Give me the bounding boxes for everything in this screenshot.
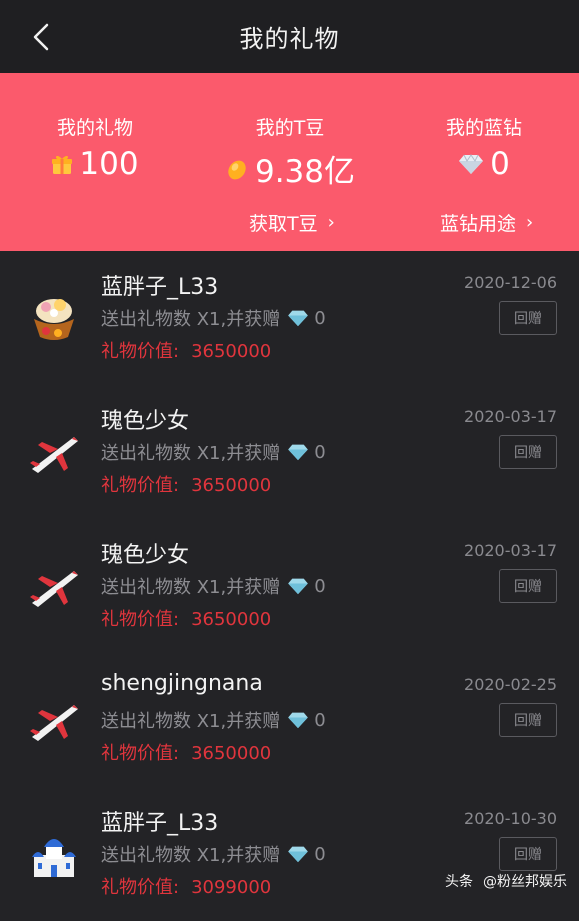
gift-date: 2020-03-17 [464, 541, 557, 560]
gift-count-stat: 我的礼物 100 [0, 113, 190, 182]
sender-name: 蓝胖子_L33 [101, 811, 219, 836]
tbean-stat: 我的T豆 9.38亿 [195, 113, 385, 191]
reply-gift-button[interactable]: 回赠 [499, 703, 557, 737]
airplane-icon [22, 555, 86, 619]
gift-price: 礼物价值: 3650000 [101, 743, 272, 764]
gift-price: 礼物价值: 3099000 [101, 877, 272, 898]
gift-record-list: 蓝胖子_L33 送出礼物数 X1,并获赠 0 礼物价值: 3650000 2020… [0, 251, 579, 921]
diamond-icon [286, 845, 310, 863]
source-watermark: 头条 @粉丝邦娱乐 [445, 871, 567, 891]
gift-description: 送出礼物数 X1,并获赠 0 [101, 307, 326, 331]
gift-record-row[interactable]: 蓝胖子_L33 送出礼物数 X1,并获赠 0 礼物价值: 3650000 2020… [0, 251, 579, 385]
gift-price: 礼物价值: 3650000 [101, 609, 272, 630]
sender-name: 瑰色少女 [101, 409, 190, 434]
gift-record-row[interactable]: 蓝胖子_L33 送出礼物数 X1,并获赠 0 礼物价值: 3099000 2020… [0, 787, 579, 921]
diamond-value: 0 [490, 146, 510, 182]
reply-gift-button[interactable]: 回赠 [499, 837, 557, 871]
gift-date: 2020-12-06 [464, 273, 557, 292]
diamond-stat: 我的蓝钻 0 [389, 113, 579, 182]
sender-name: 瑰色少女 [101, 543, 190, 568]
sender-name: 蓝胖子_L33 [101, 275, 219, 300]
gift-description: 送出礼物数 X1,并获赠 0 [101, 843, 326, 867]
get-tbean-link[interactable]: 获取T豆 › [249, 209, 335, 236]
chevron-left-icon [33, 23, 49, 51]
watermark-source: 头条 [445, 874, 473, 890]
tbean-label: 我的T豆 [255, 117, 325, 139]
treasure-basket-icon [22, 287, 86, 351]
tbean-value: 9.38亿 [254, 154, 356, 190]
reply-gift-button[interactable]: 回赠 [499, 301, 557, 335]
reply-gift-button[interactable]: 回赠 [499, 569, 557, 603]
gift-record-row[interactable]: 瑰色少女 送出礼物数 X1,并获赠 0 礼物价值: 3650000 2020-03… [0, 385, 579, 519]
diamond-icon [286, 577, 310, 595]
top-nav-bar: 我的礼物 [0, 0, 579, 73]
castle-icon [22, 823, 86, 887]
sender-name: shengjingnana [101, 671, 263, 696]
gift-count-value: 100 [79, 146, 139, 182]
gift-price: 礼物价值: 3650000 [101, 341, 272, 362]
diamond-usage-link[interactable]: 蓝钻用途 › [440, 209, 533, 236]
gift-price: 礼物价值: 3650000 [101, 475, 272, 496]
gift-date: 2020-10-30 [464, 809, 557, 828]
watermark-account: @粉丝邦娱乐 [483, 874, 567, 890]
gift-date: 2020-03-17 [464, 407, 557, 426]
gift-count-label: 我的礼物 [56, 117, 133, 139]
diamond-icon [286, 711, 310, 729]
diamond-icon [286, 309, 310, 327]
chevron-right-icon: › [327, 212, 335, 233]
gift-description: 送出礼物数 X1,并获赠 0 [101, 575, 326, 599]
gift-date: 2020-02-25 [464, 675, 557, 694]
airplane-icon [22, 689, 86, 753]
diamond-label: 我的蓝钻 [445, 117, 522, 139]
gift-icon [51, 153, 73, 175]
diamond-icon [458, 153, 484, 175]
gift-description: 送出礼物数 X1,并获赠 0 [101, 709, 326, 733]
gift-description: 送出礼物数 X1,并获赠 0 [101, 441, 326, 465]
bean-icon [225, 157, 249, 181]
diamond-icon [286, 443, 310, 461]
airplane-icon [22, 421, 86, 485]
page-title: 我的礼物 [239, 25, 340, 53]
chevron-right-icon: › [526, 212, 534, 233]
reply-gift-button[interactable]: 回赠 [499, 435, 557, 469]
gift-record-row[interactable]: 瑰色少女 送出礼物数 X1,并获赠 0 礼物价值: 3650000 2020-03… [0, 519, 579, 653]
back-button[interactable] [26, 22, 56, 52]
summary-banner: 我的礼物 100 我的T豆 9.38亿 我的蓝钻 0 获取T豆 › 蓝钻用途 › [0, 73, 579, 251]
gift-record-row[interactable]: shengjingnana 送出礼物数 X1,并获赠 0 礼物价值: 365000… [0, 653, 579, 787]
